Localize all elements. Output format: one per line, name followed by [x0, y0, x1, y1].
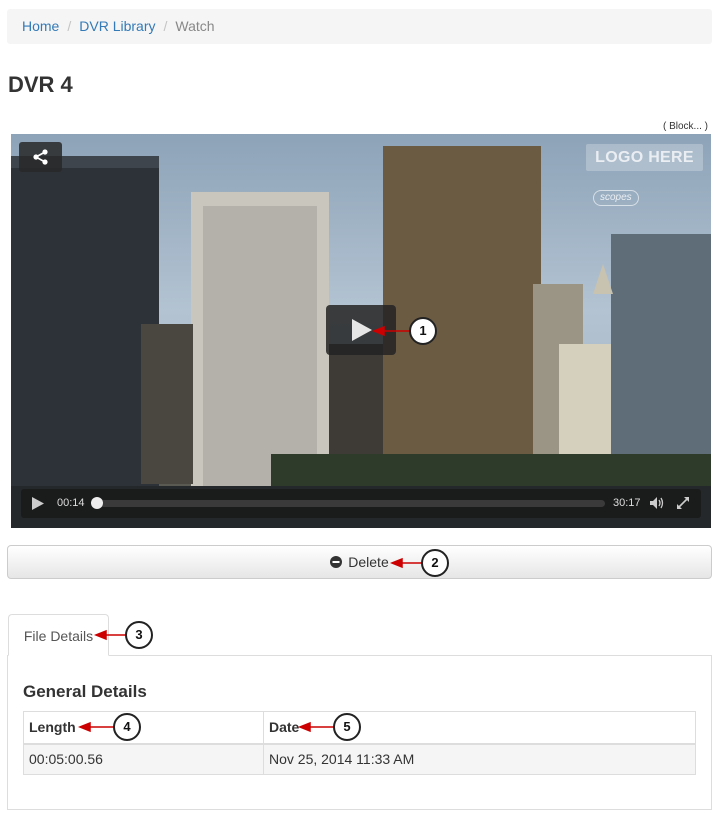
callout-number: 1: [409, 317, 437, 345]
callout-number: 4: [113, 713, 141, 741]
callout-number: 2: [421, 549, 449, 577]
callout-number: 5: [333, 713, 361, 741]
callout-number: 3: [125, 621, 153, 649]
callout-arrows: [77, 325, 422, 733]
